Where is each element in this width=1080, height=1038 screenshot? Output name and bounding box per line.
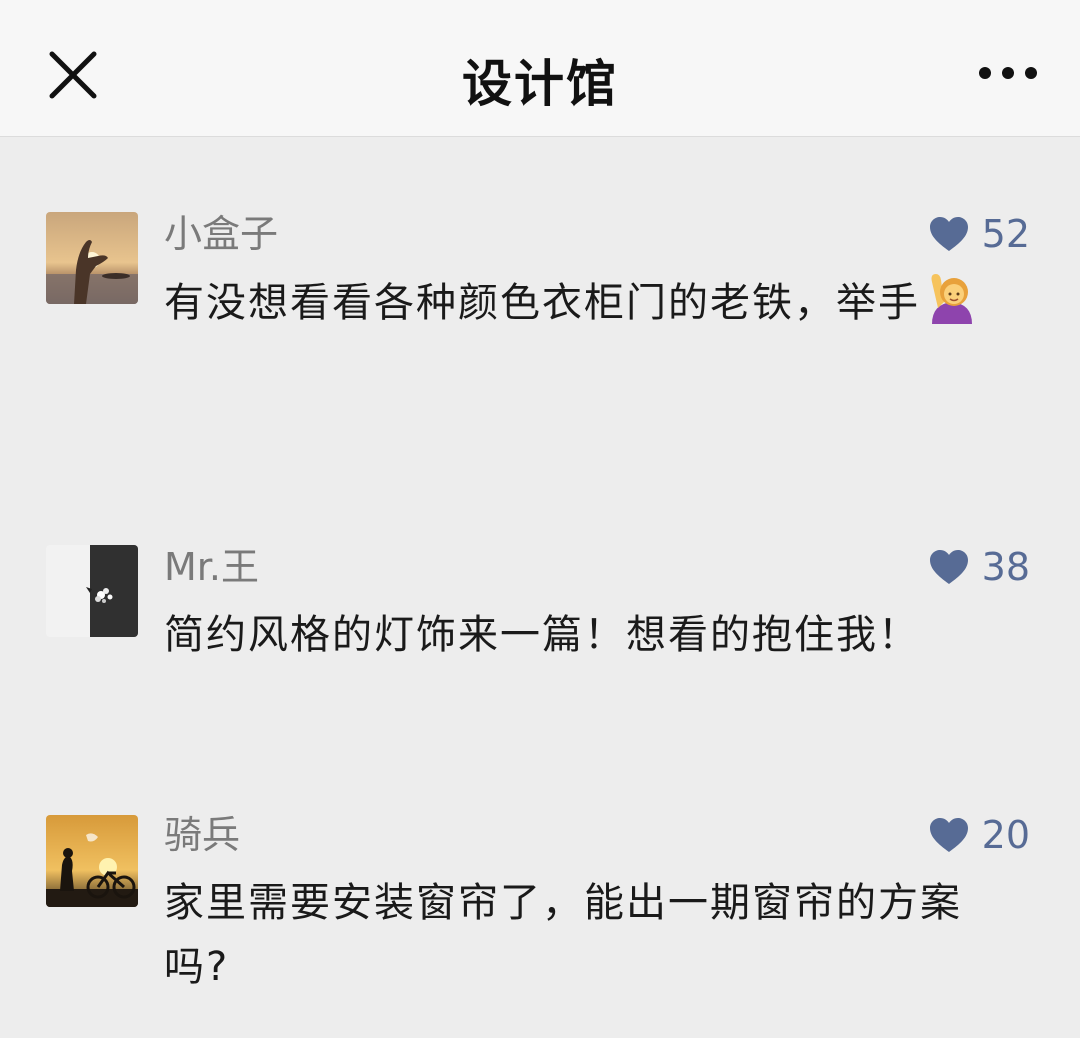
like-button[interactable]: 38	[928, 545, 1030, 589]
cyclist-sunset-avatar-image	[46, 815, 138, 907]
comment-text-content: 有没想看看各种颜色衣柜门的老铁，举手	[164, 280, 920, 326]
raising-hand-emoji	[926, 268, 978, 343]
like-count: 52	[981, 212, 1030, 256]
heart-icon	[929, 550, 968, 584]
top-bar: 设计馆	[0, 0, 1080, 137]
heart-icon	[929, 217, 968, 251]
comment-username[interactable]: 小盒子	[164, 212, 278, 256]
avatar[interactable]	[46, 212, 138, 304]
like-count: 20	[981, 813, 1030, 857]
more-dots-icon	[979, 67, 1037, 79]
comment-item: 骑兵 20 家里需要安装窗帘了，能出一期窗帘的方案吗?	[0, 813, 1080, 1013]
comment-username[interactable]: Mr.王	[164, 545, 259, 589]
page-title: 设计馆	[462, 55, 618, 113]
more-button[interactable]	[976, 58, 1040, 88]
comment-text: 有没想看看各种颜色衣柜门的老铁，举手	[164, 268, 994, 343]
comment-text: 简约风格的灯饰来一篇！想看的抱住我！	[164, 612, 920, 658]
black-white-flower-avatar-image	[46, 545, 138, 637]
like-count: 38	[981, 545, 1030, 589]
sunset-hand-avatar-image	[46, 212, 138, 304]
comment-username[interactable]: 骑兵	[164, 813, 240, 857]
avatar[interactable]	[46, 815, 138, 907]
comment-text: 家里需要安装窗帘了，能出一期窗帘的方案吗?	[164, 880, 962, 990]
like-button[interactable]: 52	[928, 212, 1030, 256]
like-button[interactable]: 20	[928, 813, 1030, 857]
heart-icon	[929, 818, 968, 852]
avatar[interactable]	[46, 545, 138, 637]
comment-item: Mr.王 38 简约风格的灯饰来一篇！想看的抱住我！	[0, 545, 1080, 735]
comment-item: 小盒子 52 有没想看看各种颜色衣柜门的老铁，举手	[0, 212, 1080, 412]
